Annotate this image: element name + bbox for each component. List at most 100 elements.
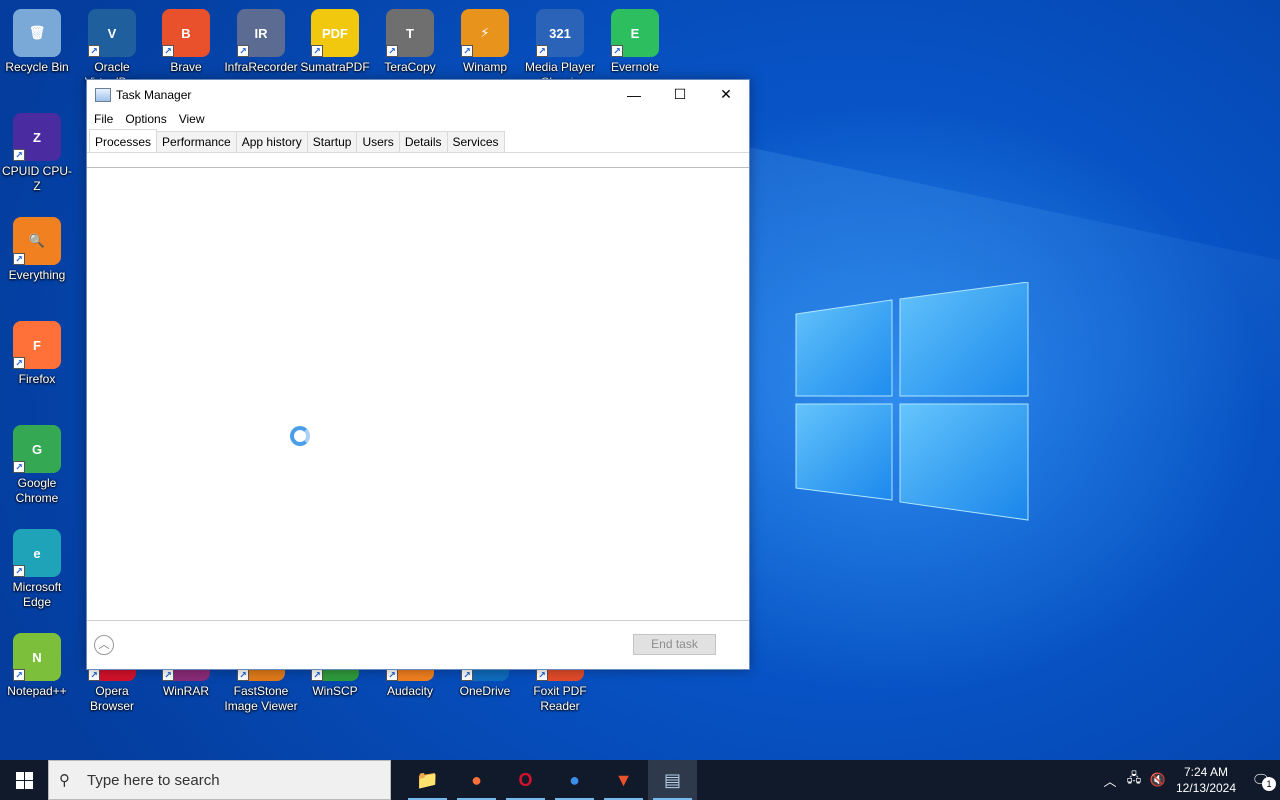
menu-options[interactable]: Options — [125, 112, 166, 126]
thunderbird-icon: ● — [569, 769, 580, 790]
clock[interactable]: 7:24 AM 12/13/2024 — [1170, 764, 1242, 796]
desktop-icon-label: Audacity — [386, 684, 434, 698]
shortcut-arrow-icon: ↗ — [88, 669, 100, 681]
minimize-button[interactable]: — — [611, 80, 657, 109]
chevron-up-icon[interactable]: ︿ — [1098, 771, 1122, 790]
window-title: Task Manager — [116, 87, 192, 102]
shortcut-arrow-icon: ↗ — [461, 669, 473, 681]
shortcut-arrow-icon: ↗ — [13, 149, 25, 161]
clock-date: 12/13/2024 — [1175, 781, 1237, 795]
app-icon: N ↗ — [13, 633, 61, 681]
shortcut-arrow-icon: ↗ — [536, 669, 548, 681]
desktop-icon-label: TeraCopy — [384, 60, 436, 74]
tab-services[interactable]: Services — [446, 131, 505, 152]
app-icon: PDF ↗ — [311, 9, 359, 57]
tab-users[interactable]: Users — [356, 131, 400, 152]
taskbar-app-opera[interactable]: O — [501, 760, 550, 800]
desktop-icon[interactable]: 321↗Media Player Classic — [522, 9, 598, 90]
desktop-icon[interactable]: T ↗ TeraCopy — [372, 9, 448, 75]
desktop-icon[interactable]: B ↗ Brave — [148, 9, 224, 75]
opera-icon: O — [518, 769, 533, 790]
shortcut-arrow-icon: ↗ — [237, 45, 249, 57]
taskbar-app-firefox[interactable]: ● — [452, 760, 501, 800]
action-center-button[interactable]: 🗨 1 — [1242, 771, 1280, 791]
shortcut-arrow-icon: ↗ — [162, 45, 174, 57]
task-manager-icon: ▤ — [663, 769, 681, 790]
tab-details[interactable]: Details — [398, 131, 448, 152]
taskbar-app-file-explorer[interactable]: 📁 — [403, 760, 452, 800]
desktop-icon[interactable]: E ↗ Evernote — [597, 9, 673, 75]
window-controls: — ☐ ✕ — [611, 80, 749, 109]
desktop-icon[interactable]: F ↗ Firefox — [0, 321, 75, 387]
app-icon: E ↗ — [611, 9, 659, 57]
network-icon[interactable]: 🖧 — [1122, 769, 1146, 791]
desktop-icon-label: Winamp — [462, 60, 507, 74]
firefox-icon: ● — [471, 769, 482, 790]
desktop-icon[interactable]: N ↗ Notepad++ — [0, 633, 75, 699]
tab-app-history[interactable]: App history — [235, 131, 308, 152]
taskbar: ⚲ Type here to search 📁 ● O ● ▼ ▤ ︿ 🖧 🔇 7:24 … — [0, 760, 1280, 800]
close-button[interactable]: ✕ — [703, 80, 749, 109]
desktop-icon[interactable]: 🗑 Recycle Bin — [0, 9, 75, 75]
desktop-icon-label: Google Chrome — [15, 476, 59, 505]
desktop-icon-label: Microsoft Edge — [12, 580, 62, 609]
desktop-icon[interactable]: e ↗ Microsoft Edge — [0, 529, 75, 610]
brave-icon: ▼ — [614, 769, 633, 790]
volume-muted-icon[interactable]: 🔇 — [1146, 772, 1170, 788]
clock-time: 7:24 AM — [1183, 765, 1229, 779]
shortcut-arrow-icon: ↗ — [88, 45, 100, 57]
title-bar[interactable]: Task Manager — ☐ ✕ — [87, 80, 749, 109]
desktop-icon[interactable]: 🔍 ↗ Everything — [0, 217, 75, 283]
tab-startup[interactable]: Startup — [306, 131, 358, 152]
search-placeholder: Type here to search — [87, 771, 220, 789]
app-icon: G ↗ — [13, 425, 61, 473]
app-icon: T ↗ — [386, 9, 434, 57]
shortcut-arrow-icon: ↗ — [311, 669, 323, 681]
shortcut-arrow-icon: ↗ — [13, 669, 25, 681]
taskbar-app-task-manager[interactable]: ▤ — [648, 760, 697, 800]
shortcut-arrow-icon: ↗ — [162, 669, 174, 681]
shortcut-arrow-icon: ↗ — [237, 669, 249, 681]
windows-logo — [795, 282, 1029, 521]
end-task-button[interactable]: End task — [633, 634, 716, 655]
taskbar-app-thunderbird[interactable]: ● — [550, 760, 599, 800]
desktop-icon-label: Brave — [170, 60, 202, 74]
desktop-icon-label: Notepad++ — [7, 684, 67, 698]
desktop-icon[interactable]: G ↗ Google Chrome — [0, 425, 75, 506]
shortcut-arrow-icon: ↗ — [536, 45, 548, 57]
process-list-area[interactable] — [87, 168, 749, 620]
shortcut-arrow-icon: ↗ — [311, 45, 323, 57]
app-icon: e ↗ — [13, 529, 61, 577]
desktop-icon-label: SumatraPDF — [300, 60, 370, 74]
shortcut-arrow-icon: ↗ — [611, 45, 623, 57]
desktop-icon[interactable]: IR ↗ InfraRecorder — [223, 9, 299, 75]
start-button[interactable] — [0, 760, 48, 800]
menu-file[interactable]: File — [94, 112, 113, 126]
app-icon: IR ↗ — [237, 9, 285, 57]
tab-processes[interactable]: Processes — [89, 129, 158, 152]
desktop-icon-label: Firefox — [18, 372, 56, 386]
desktop-icon-label: WinRAR — [162, 684, 209, 698]
desktop-icon-label: Evernote — [610, 60, 660, 74]
taskbar-app-brave[interactable]: ▼ — [599, 760, 648, 800]
tab-performance[interactable]: Performance — [156, 131, 237, 152]
app-icon: 🗑 — [13, 9, 61, 57]
menu-view[interactable]: View — [179, 112, 205, 126]
desktop-icon-label: InfraRecorder — [224, 60, 298, 74]
desktop-icon[interactable]: PDF ↗ SumatraPDF — [297, 9, 373, 75]
desktop-icon[interactable]: ⚡ ↗ Winamp — [447, 9, 523, 75]
desktop-icon-label: Opera Browser — [89, 684, 134, 713]
taskbar-search-box[interactable]: ⚲ Type here to search — [48, 760, 391, 800]
loading-spinner-icon — [290, 426, 310, 446]
maximize-button[interactable]: ☐ — [657, 80, 703, 109]
desktop-icon-label: CPUID CPU-Z — [1, 164, 72, 193]
fewer-details-icon[interactable]: ︿ — [94, 635, 114, 655]
search-icon: ⚲ — [59, 772, 70, 789]
desktop-icon[interactable]: Z ↗ CPUID CPU-Z — [0, 113, 75, 194]
desktop-icon[interactable]: V↗Oracle VirtualBox — [74, 9, 150, 90]
taskbar-pinned-apps: 📁 ● O ● ▼ ▤ — [403, 760, 697, 800]
desktop-icon-label: WinSCP — [312, 684, 358, 698]
app-icon: B ↗ — [162, 9, 210, 57]
app-icon: V ↗ — [88, 9, 136, 57]
footer-bar: ︿ End task — [87, 620, 749, 669]
